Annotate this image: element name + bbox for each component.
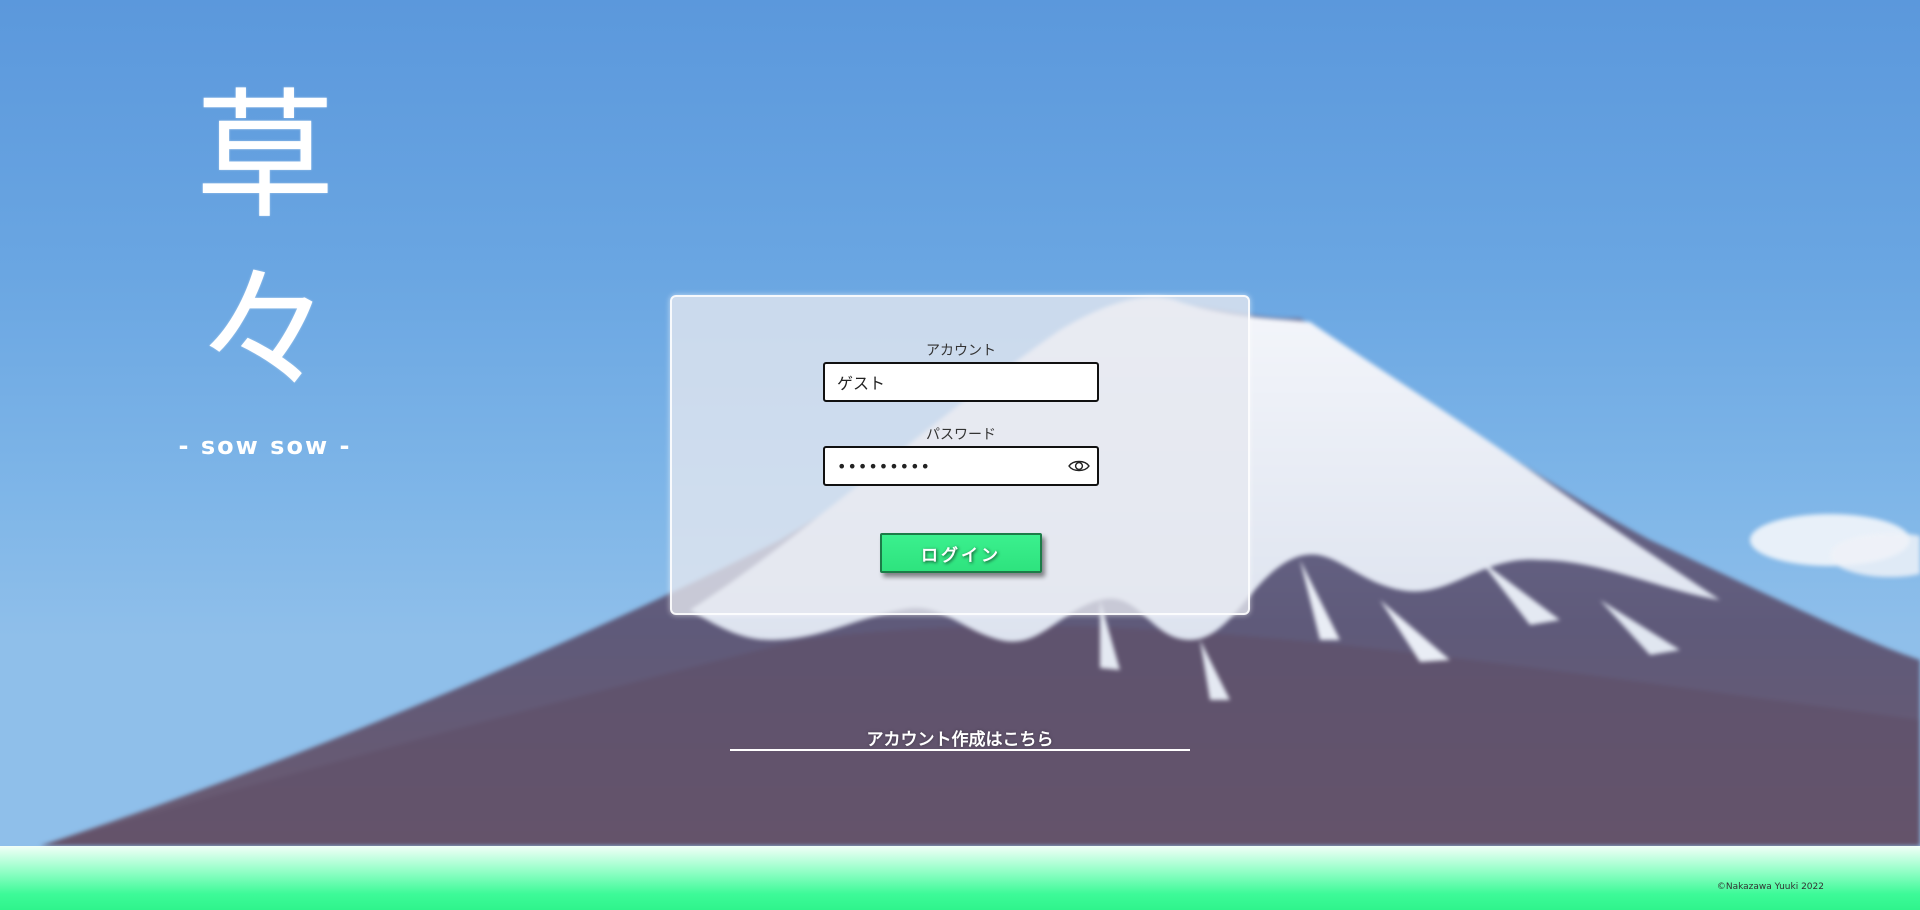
account-input[interactable] (823, 362, 1099, 402)
password-input-wrapper (823, 446, 1099, 486)
logo-kanji-bottom: 々 (194, 251, 335, 414)
logo-subtitle: - sow sow - (178, 432, 352, 460)
login-button[interactable]: ログイン (880, 533, 1042, 573)
copyright-text: ©Nakazawa Yuuki 2022 (1716, 882, 1824, 892)
footer: ©Nakazawa Yuuki 2022 (0, 846, 1920, 910)
logo-kanji-top: 草 (194, 76, 335, 239)
password-field: パスワード (823, 426, 1099, 486)
password-label: パスワード (926, 427, 996, 443)
account-input-wrapper (823, 362, 1099, 402)
app-logo: 草 々 - sow sow - (150, 70, 380, 460)
password-input[interactable] (823, 446, 1099, 486)
create-account-link[interactable]: アカウント作成はこちら (730, 725, 1190, 751)
eye-icon[interactable] (1067, 455, 1091, 477)
login-card: アカウント パスワード ログイン (670, 295, 1250, 615)
page-background: 草 々 - sow sow - アカウント パスワード ログイン (0, 0, 1920, 910)
account-field: アカウント (823, 342, 1099, 402)
account-label: アカウント (926, 343, 996, 359)
